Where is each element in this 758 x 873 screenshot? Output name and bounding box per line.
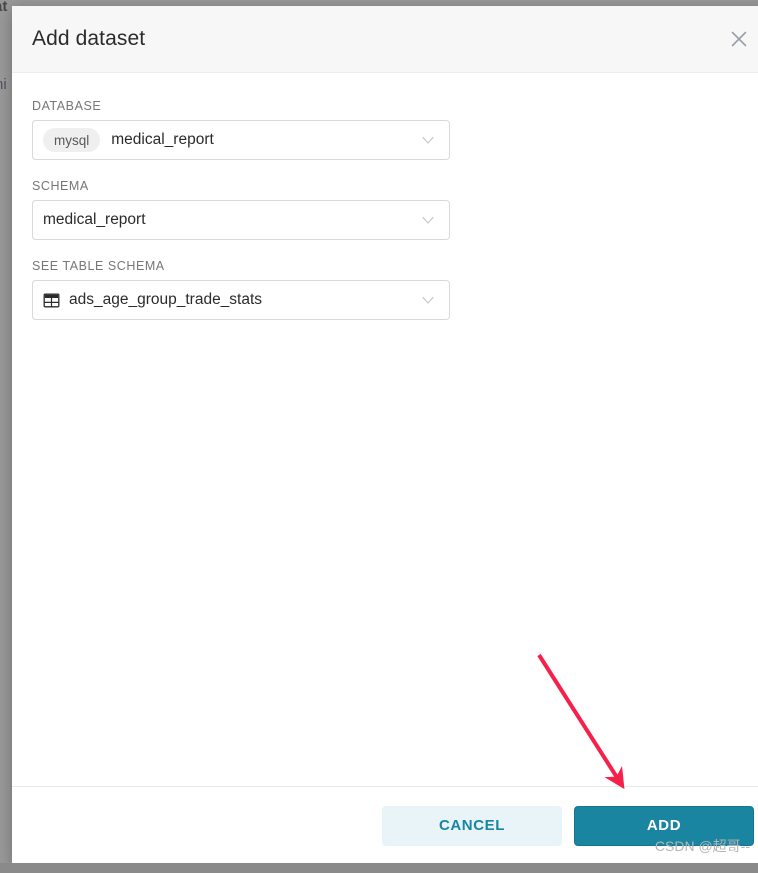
field-schema: SCHEMA medical_report	[32, 179, 752, 240]
table-icon	[43, 292, 60, 309]
close-icon[interactable]	[724, 24, 754, 54]
page-root: at hi Add dataset DATABASE mysql medical…	[0, 0, 758, 873]
bottom-gray-strip	[0, 863, 758, 873]
chevron-down-icon	[419, 291, 437, 309]
dialog-header: Add dataset	[12, 6, 758, 73]
dialog-title: Add dataset	[32, 27, 146, 50]
chevron-down-icon	[419, 211, 437, 229]
table-select-value: ads_age_group_trade_stats	[69, 291, 263, 308]
field-label-database: DATABASE	[32, 99, 102, 113]
field-see-table-schema: SEE TABLE SCHEMA ads_age_group_trade_sta…	[32, 259, 752, 320]
watermark: CSDN @超哥--	[654, 838, 750, 854]
dialog-body: DATABASE mysql medical_report SCHEMA med…	[12, 73, 758, 786]
field-label-schema: SCHEMA	[32, 179, 89, 193]
schema-select[interactable]: medical_report	[32, 200, 450, 240]
schema-select-value: medical_report	[43, 211, 146, 228]
add-dataset-dialog: Add dataset DATABASE mysql medical_repor…	[12, 6, 758, 864]
database-select-value: medical_report	[111, 131, 214, 148]
cancel-button[interactable]: CANCEL	[382, 805, 562, 846]
database-engine-badge: mysql	[43, 128, 101, 152]
field-database: DATABASE mysql medical_report	[32, 99, 752, 160]
dialog-footer: CANCEL ADD	[12, 786, 758, 864]
table-select[interactable]: ads_age_group_trade_stats	[32, 280, 450, 320]
chevron-down-icon	[419, 131, 437, 149]
database-select[interactable]: mysql medical_report	[32, 120, 450, 160]
field-label-see-table-schema: SEE TABLE SCHEMA	[32, 259, 165, 273]
